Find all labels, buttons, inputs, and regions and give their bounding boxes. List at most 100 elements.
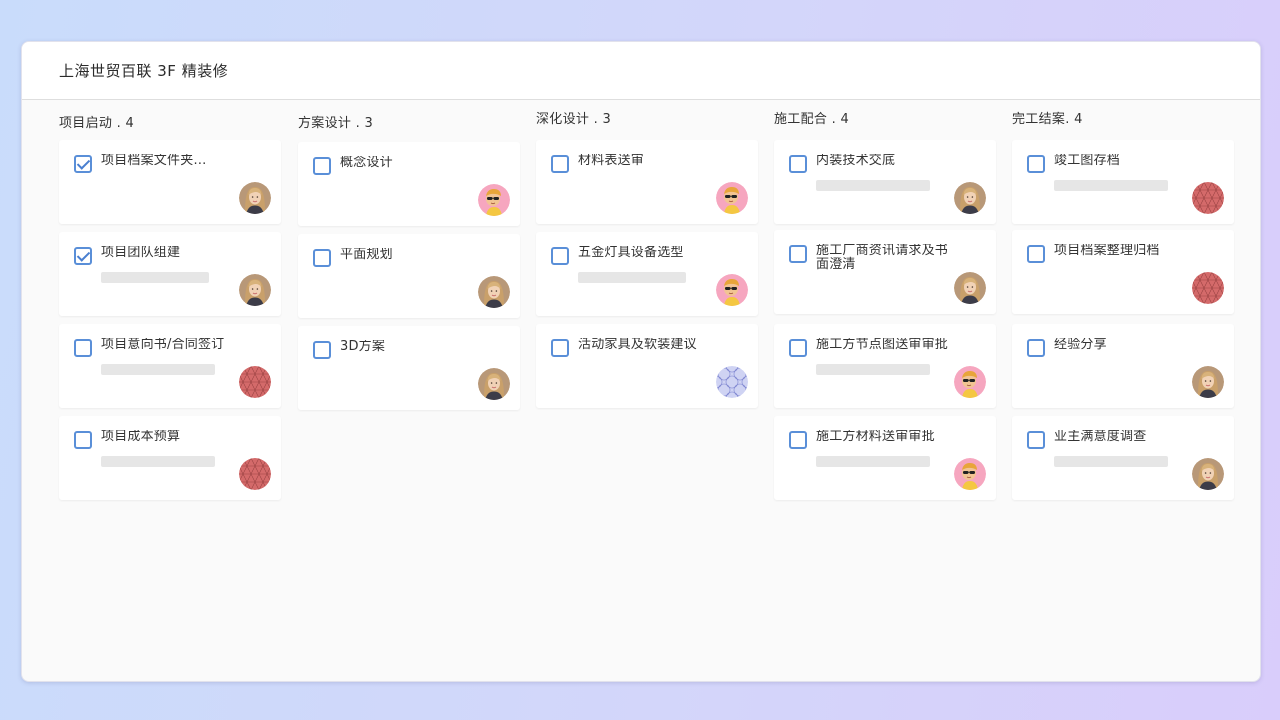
woman-avatar-icon: [239, 274, 271, 306]
assignee-avatar[interactable]: [478, 276, 510, 308]
task-title: 项目档案文件夹…: [101, 154, 207, 168]
description-placeholder: [101, 456, 215, 467]
assignee-avatar[interactable]: [478, 184, 510, 216]
task-card[interactable]: 3D方案: [298, 326, 520, 410]
assignee-avatar[interactable]: [239, 366, 271, 398]
description-placeholder: [578, 272, 686, 283]
description-placeholder: [101, 364, 215, 375]
assignee-avatar[interactable]: [1192, 366, 1224, 398]
pattern-avatar-icon: [1192, 272, 1224, 304]
sunglasses-avatar-icon: [954, 366, 986, 398]
task-card[interactable]: 施工厂商资讯请求及书面澄清: [774, 230, 996, 314]
description-placeholder: [101, 272, 209, 283]
task-checkbox[interactable]: [789, 155, 807, 173]
sunglasses-avatar-icon: [478, 184, 510, 216]
task-checkbox[interactable]: [789, 245, 807, 263]
sunglasses-avatar-icon: [716, 182, 748, 214]
assignee-avatar[interactable]: [954, 272, 986, 304]
assignee-avatar[interactable]: [239, 274, 271, 306]
task-card[interactable]: 材料表送审: [536, 140, 758, 224]
task-title: 3D方案: [340, 340, 386, 354]
task-card[interactable]: 内装技术交底: [774, 140, 996, 224]
task-checkbox[interactable]: [1027, 339, 1045, 357]
task-title: 五金灯具设备选型: [578, 246, 684, 260]
description-placeholder: [1054, 180, 1168, 191]
task-checkbox[interactable]: [313, 157, 331, 175]
task-card[interactable]: 项目意向书/合同签订: [59, 324, 281, 408]
task-title: 施工方节点图送审审批: [816, 338, 949, 352]
task-card[interactable]: 活动家具及软装建议: [536, 324, 758, 408]
task-title: 业主满意度调查: [1054, 430, 1147, 444]
task-card[interactable]: 项目成本预算: [59, 416, 281, 500]
woman-avatar-icon: [478, 368, 510, 400]
task-card[interactable]: 业主满意度调查: [1012, 416, 1234, 500]
task-checkbox[interactable]: [1027, 431, 1045, 449]
assignee-avatar[interactable]: [716, 274, 748, 306]
kanban-board: 项目启动 . 4 项目档案文件夹… 项目团队组建 项目意向书/合同签订 项目成本…: [22, 100, 1260, 681]
task-checkbox[interactable]: [313, 341, 331, 359]
task-card[interactable]: 项目团队组建: [59, 232, 281, 316]
task-checkbox[interactable]: [551, 247, 569, 265]
sunglasses-avatar-icon: [954, 458, 986, 490]
task-title: 平面规划: [340, 248, 393, 262]
task-card[interactable]: 施工方材料送审审批: [774, 416, 996, 500]
pattern-avatar-icon: [716, 366, 748, 398]
task-checkbox[interactable]: [789, 339, 807, 357]
task-checkbox[interactable]: [74, 431, 92, 449]
task-title: 活动家具及软装建议: [578, 338, 697, 352]
assignee-avatar[interactable]: [954, 366, 986, 398]
description-placeholder: [816, 180, 930, 191]
task-title: 概念设计: [340, 156, 393, 170]
task-title: 材料表送审: [578, 154, 645, 168]
column-title: 深化设计 . 3: [536, 112, 612, 127]
task-card[interactable]: 五金灯具设备选型: [536, 232, 758, 316]
assignee-avatar[interactable]: [239, 458, 271, 490]
task-checkbox[interactable]: [1027, 245, 1045, 263]
task-card[interactable]: 平面规划: [298, 234, 520, 318]
column-title: 项目启动 . 4: [59, 116, 135, 131]
assignee-avatar[interactable]: [239, 182, 271, 214]
woman-avatar-icon: [1192, 366, 1224, 398]
task-checkbox[interactable]: [1027, 155, 1045, 173]
board-title: 上海世贸百联 3F 精装修: [59, 62, 229, 80]
assignee-avatar[interactable]: [716, 366, 748, 398]
task-checkbox[interactable]: [551, 339, 569, 357]
sunglasses-avatar-icon: [716, 274, 748, 306]
assignee-avatar[interactable]: [716, 182, 748, 214]
task-card[interactable]: 概念设计: [298, 142, 520, 226]
woman-avatar-icon: [954, 272, 986, 304]
task-card[interactable]: 竣工图存档: [1012, 140, 1234, 224]
task-title: 项目档案整理归档: [1054, 244, 1160, 258]
task-checkbox[interactable]: [313, 249, 331, 267]
task-checkbox[interactable]: [74, 247, 92, 265]
task-title: 项目团队组建: [101, 246, 181, 260]
assignee-avatar[interactable]: [954, 458, 986, 490]
task-title: 施工方材料送审审批: [816, 430, 935, 444]
task-checkbox[interactable]: [74, 155, 92, 173]
pattern-avatar-icon: [239, 366, 271, 398]
assignee-avatar[interactable]: [1192, 458, 1224, 490]
column-title: 施工配合 . 4: [774, 112, 850, 127]
task-checkbox[interactable]: [789, 431, 807, 449]
task-title: 内装技术交底: [816, 154, 896, 168]
description-placeholder: [1054, 456, 1168, 467]
assignee-avatar[interactable]: [478, 368, 510, 400]
task-card[interactable]: 项目档案整理归档: [1012, 230, 1234, 314]
pattern-avatar-icon: [1192, 182, 1224, 214]
assignee-avatar[interactable]: [1192, 272, 1224, 304]
woman-avatar-icon: [954, 182, 986, 214]
task-title: 项目成本预算: [101, 430, 181, 444]
task-card[interactable]: 项目档案文件夹…: [59, 140, 281, 224]
woman-avatar-icon: [1192, 458, 1224, 490]
board-header: 上海世贸百联 3F 精装修: [22, 42, 1260, 100]
task-card[interactable]: 施工方节点图送审审批: [774, 324, 996, 408]
task-checkbox[interactable]: [551, 155, 569, 173]
assignee-avatar[interactable]: [1192, 182, 1224, 214]
task-title: 竣工图存档: [1054, 154, 1121, 168]
assignee-avatar[interactable]: [954, 182, 986, 214]
column-title: 完工结案. 4: [1012, 112, 1083, 127]
task-checkbox[interactable]: [74, 339, 92, 357]
column-title: 方案设计 . 3: [298, 116, 374, 131]
description-placeholder: [816, 364, 930, 375]
task-card[interactable]: 经验分享: [1012, 324, 1234, 408]
